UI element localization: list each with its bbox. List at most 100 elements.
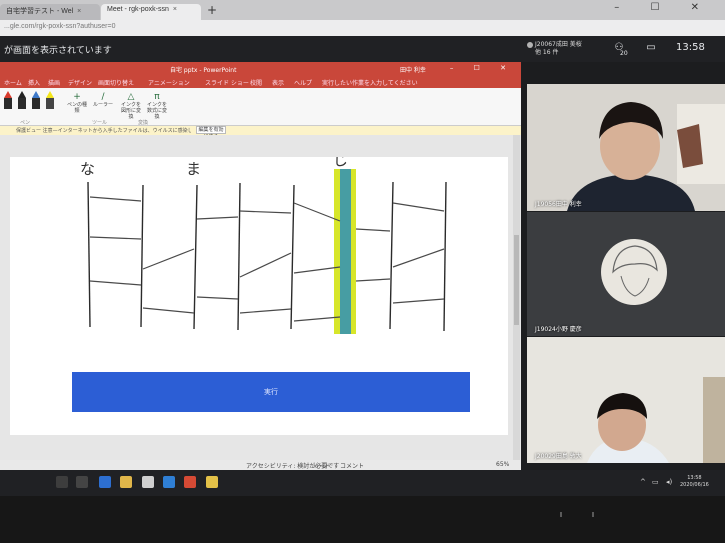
ink-to-shape-button[interactable]: △ インクを図形に変換 xyxy=(120,92,142,120)
windows-taskbar: ^ ▭ ◂) 13:58 2020/06/16 xyxy=(0,470,725,496)
pen-blue[interactable] xyxy=(32,91,40,109)
participant-name: J19024小野 慶彦 xyxy=(535,326,582,333)
chat-icon[interactable]: ▭ xyxy=(644,42,658,54)
rung xyxy=(142,307,195,314)
menu-transitions[interactable]: 画面切り替え xyxy=(98,78,134,87)
avatar xyxy=(527,42,533,48)
add-pen-button[interactable]: + ペンの種類 xyxy=(66,92,88,120)
menu-slideshow[interactable]: スライド ショー xyxy=(205,78,249,87)
ruler-button[interactable]: ∕ ルーラー xyxy=(92,92,114,120)
taskbar-clock[interactable]: 13:58 2020/06/16 xyxy=(680,475,709,489)
comments-button[interactable]: コメント xyxy=(340,461,364,470)
rung xyxy=(196,296,239,300)
browser-tab-bar: 自宅学習テスト - Wel × Meet - rgk-poxk-ssn × + – … xyxy=(0,0,725,20)
network-icon[interactable]: ▭ xyxy=(652,478,659,486)
search-icon[interactable] xyxy=(56,476,68,488)
participant-tile[interactable]: J19024小野 慶彦 xyxy=(527,212,725,336)
ruler-label: ルーラー xyxy=(92,102,113,108)
participant-tile[interactable]: J19056田中 利幸 xyxy=(527,84,725,211)
ppt-title-bar: 自宅 pptx - PowerPoint 田中 利幸 – ☐ ✕ xyxy=(0,62,521,76)
rung xyxy=(196,216,239,220)
mail-icon[interactable] xyxy=(163,476,175,488)
scrollbar-thumb[interactable] xyxy=(514,235,519,325)
vertical-line xyxy=(290,184,295,330)
browser-tab-active[interactable]: Meet - rgk-poxk-ssn × xyxy=(101,4,201,20)
ppt-window-controls[interactable]: – ☐ ✕ xyxy=(450,64,515,72)
vertical-line xyxy=(443,181,447,332)
ppt-user-name: 田中 利幸 xyxy=(400,67,426,74)
taskbar-date: 2020/06/16 xyxy=(680,482,709,488)
participant-avatar xyxy=(527,212,725,336)
vertical-lines xyxy=(87,181,447,332)
monitor-bezel xyxy=(0,496,725,543)
rung xyxy=(239,308,292,314)
run-button[interactable]: 実行 xyxy=(72,372,470,412)
meeting-clock: 13:58 xyxy=(676,42,705,53)
tell-me-search[interactable]: 実行したい作業を入力してください xyxy=(322,78,418,87)
bezel-light xyxy=(560,512,562,517)
window-controls[interactable]: – ☐ ✕ xyxy=(614,2,713,13)
menu-draw[interactable]: 描画 xyxy=(48,78,60,87)
shape-icon: △ xyxy=(127,92,135,102)
enable-editing-button[interactable]: 編集を有効にする xyxy=(196,126,226,140)
rung xyxy=(239,252,292,278)
browser-tab-label: Meet - rgk-poxk-ssn xyxy=(107,6,169,13)
vertical-scrollbar[interactable] xyxy=(513,135,520,460)
notes-button[interactable]: ノート xyxy=(312,461,330,470)
rung xyxy=(355,228,391,232)
task-view-icon[interactable] xyxy=(76,476,88,488)
screen: 自宅学習テスト - Wel × Meet - rgk-poxk-ssn × + – … xyxy=(0,0,725,543)
store-icon[interactable] xyxy=(142,476,154,488)
slide-canvas[interactable]: な ま じ 実行 xyxy=(10,157,508,435)
column-label: ま xyxy=(186,160,201,178)
bezel-light xyxy=(592,512,594,517)
menu-help[interactable]: ヘルプ xyxy=(294,78,312,87)
chevron-up-icon[interactable]: ^ xyxy=(640,478,646,486)
taskbar-time: 13:58 xyxy=(687,475,702,481)
protected-view-bar: 保護ビュー 注意—インターネットから入手したファイルは、ウイルスに感染している可… xyxy=(0,126,521,140)
address-bar[interactable]: ...gle.com/rgk-poxk-ssn?authuser=0 xyxy=(0,20,725,36)
ppt-ribbon: + ペンの種類 ∕ ルーラー △ インクを図形に変換 π インクを数式に変換 ペン ツー… xyxy=(0,88,521,126)
rung xyxy=(392,298,445,304)
rung xyxy=(293,266,341,274)
presentation-window: 自宅 pptx - PowerPoint 田中 利幸 – ☐ ✕ ホーム 挿入 … xyxy=(0,62,521,470)
participant-video xyxy=(527,337,725,463)
column-label: な xyxy=(80,160,95,178)
vertical-line xyxy=(87,181,91,328)
rung xyxy=(293,316,341,322)
vertical-line xyxy=(140,184,144,328)
math-icon: π xyxy=(154,92,160,102)
group-convert: 変換 xyxy=(138,120,149,126)
pen-red[interactable] xyxy=(4,91,12,109)
close-tab-icon[interactable]: × xyxy=(77,8,81,15)
self-subtitle: 他 16 件 xyxy=(535,49,559,56)
browser-tab[interactable]: 自宅学習テスト - Wel × xyxy=(0,4,100,20)
close-tab-icon[interactable]: × xyxy=(173,6,177,13)
powerpoint-icon[interactable] xyxy=(184,476,196,488)
edge-icon[interactable] xyxy=(99,476,111,488)
pen-black[interactable] xyxy=(18,91,26,109)
add-pen-label: ペンの種類 xyxy=(66,102,87,114)
zoom-level[interactable]: 65% xyxy=(496,461,509,468)
ppt-title: 自宅 pptx - PowerPoint xyxy=(170,67,237,74)
menu-review[interactable]: 校閲 xyxy=(250,78,262,87)
rung xyxy=(89,280,142,286)
menu-animations[interactable]: アニメーション xyxy=(148,78,190,87)
chrome-icon[interactable] xyxy=(206,476,218,488)
volume-icon[interactable]: ◂) xyxy=(666,478,672,486)
presenting-banner: が画面を表示されています xyxy=(4,46,112,56)
participant-name: J20029田島 敦大 xyxy=(535,453,582,460)
self-user: J20067成田 美桜 他 16 件 xyxy=(535,41,605,57)
menu-insert[interactable]: 挿入 xyxy=(28,78,40,87)
folder-icon[interactable] xyxy=(120,476,132,488)
rung xyxy=(89,196,142,202)
participant-tile[interactable]: J20029田島 敦大 xyxy=(527,337,725,463)
ink-to-math-button[interactable]: π インクを数式に変換 xyxy=(146,92,168,120)
url-text: ...gle.com/rgk-poxk-ssn?authuser=0 xyxy=(4,23,116,30)
menu-view[interactable]: 表示 xyxy=(272,78,284,87)
menu-home[interactable]: ホーム xyxy=(4,78,22,87)
highlighter-yellow[interactable] xyxy=(46,91,54,109)
new-tab-button[interactable]: + xyxy=(207,3,217,17)
menu-design[interactable]: デザイン xyxy=(68,78,92,87)
group-tools: ツール xyxy=(92,120,108,126)
